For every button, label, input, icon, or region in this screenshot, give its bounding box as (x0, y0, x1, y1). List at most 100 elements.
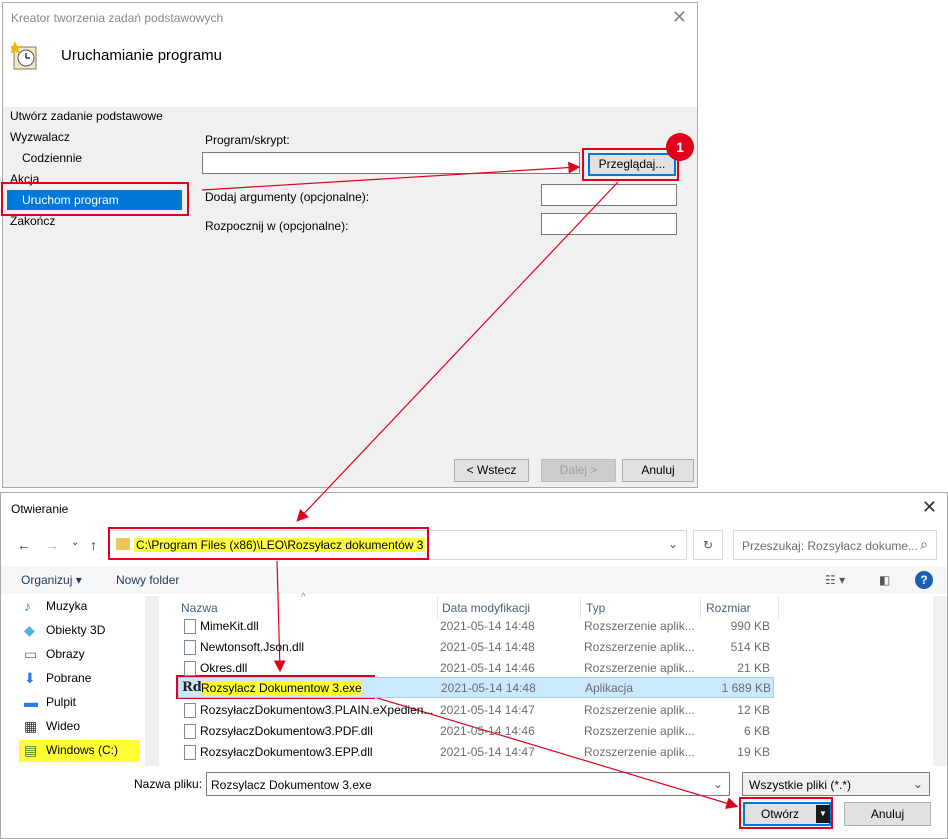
file-size: 1 689 KB (721, 681, 771, 695)
file-type: Rozszerzenie aplik... (584, 619, 695, 633)
forward-arrow-icon[interactable]: → (45, 537, 59, 553)
dialog-toolbar: Organizuj ▾ Nowy folder ☷ ▾ ◧ ? (1, 566, 947, 594)
new-folder-button[interactable]: Nowy folder (116, 573, 179, 587)
program-label: Program/skrypt: (205, 133, 290, 147)
file-modified: 2021-05-14 14:48 (441, 681, 536, 695)
wizard-cancel-button[interactable]: Anuluj (622, 459, 694, 482)
folder-icon (116, 538, 130, 550)
file-row[interactable]: RozsyłaczDokumentow3.PDF.dll 2021-05-14 1… (178, 721, 774, 742)
file-name: Rozsylacz Dokumentow 3.exe (201, 681, 362, 695)
refresh-button[interactable]: ↻ (693, 530, 723, 560)
organize-menu[interactable]: Organizuj ▾ (21, 573, 82, 587)
video-icon: ▦ (24, 718, 38, 734)
column-divider (778, 597, 779, 619)
pictures-icon: ▭ (24, 646, 38, 662)
nav-finish: Zakończ (10, 214, 56, 228)
dialog-cancel-button[interactable]: Anuluj (844, 802, 931, 826)
up-arrow-icon[interactable]: ↑ (90, 537, 97, 553)
file-modified: 2021-05-14 14:46 (440, 661, 535, 675)
file-size: 19 KB (737, 745, 770, 759)
sidebar-item-obrazy[interactable]: ▭ Obrazy (20, 643, 85, 665)
file-type-select[interactable]: Wszystkie pliki (*.*) ⌄ (742, 772, 930, 796)
filename-input[interactable]: Rozsylacz Dokumentow 3.exe ⌄ (206, 772, 730, 796)
sidebar-item-pobrane[interactable]: ⬇ Pobrane (20, 667, 91, 689)
file-size: 6 KB (743, 724, 770, 738)
recent-chevron-icon[interactable]: ⌄ (71, 537, 79, 548)
sidebar-scrollbar[interactable] (145, 596, 159, 766)
file-row[interactable]: RozsyłaczDokumentow3.EPP.dll 2021-05-14 1… (178, 742, 774, 763)
drive-icon: ▤ (24, 742, 38, 758)
downloads-icon: ⬇ (24, 670, 36, 686)
sidebar-item-obiekty-3d[interactable]: ◆ Obiekty 3D (20, 619, 105, 641)
file-modified: 2021-05-14 14:46 (440, 724, 535, 738)
file-type: Rozszerzenie aplik... (584, 703, 695, 717)
refresh-icon: ↻ (702, 538, 714, 552)
start-in-input[interactable] (541, 213, 677, 235)
back-button[interactable]: < Wstecz (454, 459, 529, 482)
file-row[interactable]: Rd Rozsylacz Dokumentow 3.exe 2021-05-14 1… (178, 677, 774, 698)
preview-pane-icon[interactable]: ◧ (879, 573, 890, 587)
search-icon: ⌕ (920, 536, 928, 552)
wizard-heading: Uruchamianie programu (61, 47, 222, 64)
view-options-icon[interactable]: ☷ ▾ (825, 573, 845, 587)
file-type-value: Wszystkie pliki (*.*) (749, 778, 852, 792)
file-name: RozsyłaczDokumentow3.PLAIN.eXpedien... (200, 703, 434, 717)
file-name: MimeKit.dll (200, 619, 259, 633)
file-modified: 2021-05-14 14:47 (440, 745, 535, 759)
sidebar-item-label: Muzyka (46, 599, 88, 613)
file-modified: 2021-05-14 14:47 (440, 703, 535, 717)
file-row[interactable]: Okres.dll 2021-05-14 14:46 Rozszerzenie ap… (178, 658, 774, 679)
file-name: RozsyłaczDokumentow3.EPP.dll (200, 745, 373, 759)
file-list-scrollbar[interactable] (933, 596, 947, 766)
dll-file-icon (184, 724, 196, 739)
sidebar-item-muzyka[interactable]: ♪ Muzyka (20, 595, 87, 617)
search-input[interactable]: Przeszukaj: Rozsyłacz dokume... ⌕ (733, 530, 937, 560)
sidebar-item-pulpit[interactable]: ▬ Pulpit (20, 691, 76, 713)
sidebar-item-label: Wideo (46, 719, 81, 733)
task-wizard-window: Kreator tworzenia zadań podstawowych ✕ U… (2, 2, 698, 488)
sidebar-item-label: Obiekty 3D (46, 623, 106, 637)
scheduled-task-icon (11, 41, 37, 70)
sidebar-item-label: Pobrane (46, 671, 92, 685)
file-size: 514 KB (730, 640, 770, 654)
back-arrow-icon[interactable]: ← (17, 537, 31, 553)
chevron-down-icon[interactable]: ⌄ (668, 537, 678, 551)
open-button[interactable]: Otwórz ▼ (743, 802, 831, 826)
wizard-window-title: Kreator tworzenia zadań podstawowych (11, 11, 224, 25)
split-dropdown-icon[interactable]: ▼ (816, 805, 830, 823)
file-row[interactable]: RozsyłaczDokumentow3.PLAIN.eXpedien... 20… (178, 700, 774, 721)
dll-file-icon (184, 745, 196, 760)
close-icon[interactable]: ✕ (672, 7, 687, 28)
file-name: Okres.dll (200, 661, 248, 675)
nav-daily: Codziennie (22, 151, 83, 165)
sort-up-icon: ^ (301, 592, 306, 603)
dll-file-icon (184, 619, 196, 634)
browse-button[interactable]: Przeglądaj... (588, 153, 676, 176)
open-button-label: Otwórz (760, 807, 799, 821)
next-button[interactable]: Dalej > (541, 459, 616, 482)
nav-trigger: Wyzwalacz (10, 130, 70, 144)
arguments-label: Dodaj argumenty (opcjonalne): (205, 190, 370, 204)
file-type: Aplikacja (585, 681, 634, 695)
chevron-down-icon: ⌄ (912, 777, 923, 791)
desktop-icon: ▬ (24, 694, 38, 710)
step-badge: 1 (666, 133, 694, 161)
program-input[interactable] (202, 152, 580, 174)
filename-label: Nazwa pliku: (134, 777, 203, 791)
arguments-input[interactable] (541, 184, 677, 206)
help-icon[interactable]: ? (915, 571, 933, 589)
dialog-title: Otwieranie (11, 502, 69, 516)
sidebar-item-label: Pulpit (46, 695, 77, 709)
sidebar-item-windows-c-[interactable]: ▤ Windows (C:) (20, 739, 118, 761)
sidebar-item-wideo[interactable]: ▦ Wideo (20, 715, 80, 737)
chevron-down-icon[interactable]: ⌄ (713, 777, 723, 791)
file-row[interactable]: MimeKit.dll 2021-05-14 14:48 Rozszerzenie … (178, 616, 774, 637)
file-name: RozsyłaczDokumentow3.PDF.dll (200, 724, 373, 738)
file-name: Newtonsoft.Json.dll (200, 640, 305, 654)
close-icon[interactable]: ✕ (922, 497, 937, 518)
dll-file-icon (184, 703, 196, 718)
filename-value: Rozsylacz Dokumentow 3.exe (211, 778, 372, 792)
dll-file-icon (184, 640, 196, 655)
address-bar[interactable]: C:\Program Files (x86)\LEO\Rozsyłacz dok… (109, 530, 687, 560)
file-row[interactable]: Newtonsoft.Json.dll 2021-05-14 14:48 Rozsz… (178, 637, 774, 658)
